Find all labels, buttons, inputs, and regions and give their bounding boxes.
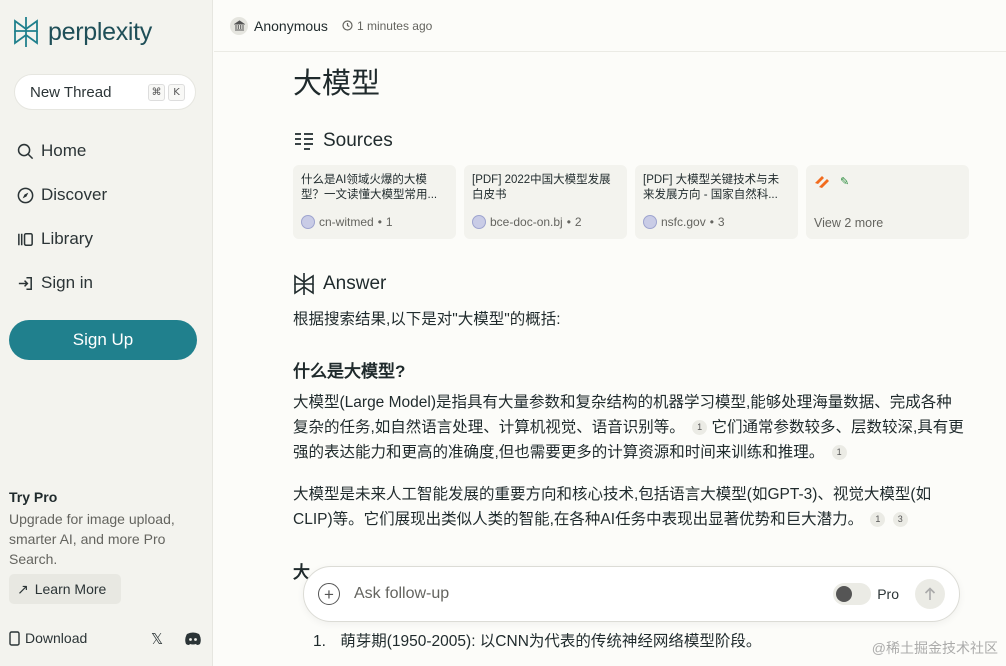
try-pro-title: Try Pro [9, 489, 58, 505]
source-index: 3 [717, 215, 725, 229]
sources-heading-label: Sources [323, 130, 393, 151]
section-heading: 什么是大模型? [293, 362, 406, 381]
sidebar-item-home[interactable]: Home [16, 141, 86, 161]
user-name: Anonymous [254, 17, 328, 34]
answer-heading: Answer [293, 272, 386, 296]
watermark: @稀土掘金技术社区 [871, 640, 998, 656]
bank-icon [233, 20, 245, 31]
source-index: 2 [574, 215, 582, 229]
view-more-label: View 2 more [814, 216, 884, 230]
attach-plus-icon[interactable]: + [318, 583, 340, 605]
sign-up-button[interactable]: Sign Up [9, 320, 197, 360]
source-domain: bce-doc-on.bj [490, 215, 563, 229]
list-number: 1. [313, 633, 326, 650]
library-icon [18, 232, 33, 246]
citation-badge[interactable]: 1 [831, 445, 847, 460]
sidebar-item-label: Sign in [41, 273, 93, 292]
citation-badge[interactable]: 1 [692, 420, 708, 435]
source-card[interactable]: 什么是AI领域火爆的大模型？一文读懂大模型常用... cn-witmed • 1 [293, 165, 456, 239]
compass-icon [17, 187, 34, 203]
sidebar-item-sign-in[interactable]: Sign in [16, 273, 93, 293]
learn-more-button[interactable]: ↗ Learn More [9, 574, 121, 604]
x-twitter-icon[interactable]: 𝕏 [151, 630, 163, 648]
sidebar-item-label: Discover [41, 185, 108, 204]
k-key: K [168, 83, 185, 101]
download-button[interactable]: Download [9, 630, 87, 646]
dot-separator: • [566, 215, 571, 229]
globe-icon [472, 215, 486, 229]
answer-heading-label: Answer [323, 273, 387, 294]
sources-heading: Sources [293, 130, 393, 152]
send-button[interactable] [915, 579, 945, 609]
view-more-sources-card[interactable]: ✎ View 2 more [806, 165, 969, 239]
source-title: [PDF] 2022中国大模型发展白皮书 [472, 174, 611, 201]
sidebar: perplexity New Thread ⌘ K Home Discover … [0, 0, 213, 666]
phone-icon [9, 630, 20, 646]
source-meta: bce-doc-on.bj • 2 [472, 215, 582, 229]
dot-separator: • [709, 215, 714, 229]
new-thread-label: New Thread [30, 83, 112, 101]
try-pro-description: Upgrade for image upload, smarter AI, an… [9, 511, 175, 567]
globe-icon [643, 215, 657, 229]
time-text: 1 minutes ago [356, 18, 433, 33]
cmd-key: ⌘ [148, 83, 165, 101]
thread-header: Anonymous 1 minutes ago [214, 0, 1006, 52]
arrow-up-icon [924, 587, 936, 600]
search-icon [17, 143, 34, 159]
paragraph-text: 大模型是未来人工智能发展的重要方向和核心技术,包括语言大模型(如GPT-3)、视… [293, 486, 932, 528]
answer-paragraph: 大模型(Large Model)是指具有大量参数和复杂结构的机器学习模型,能够处… [293, 390, 965, 465]
favicon-row: ✎ [814, 175, 961, 189]
clock-icon [342, 20, 353, 31]
follow-up-bar: + Pro [303, 566, 960, 622]
discord-icon[interactable] [184, 632, 202, 646]
source-meta: nsfc.gov • 3 [643, 215, 725, 229]
try-pro-panel: Try Pro Upgrade for image upload, smarte… [9, 489, 199, 569]
source-title: 什么是AI领域火爆的大模型？一文读懂大模型常用... [301, 174, 438, 201]
perplexity-logo-icon [14, 17, 38, 47]
pro-toggle[interactable] [833, 583, 872, 605]
logo[interactable]: perplexity [12, 15, 152, 49]
answer-paragraph: 大模型是未来人工智能发展的重要方向和核心技术,包括语言大模型(如GPT-3)、视… [293, 482, 965, 532]
sources-list: 什么是AI领域火爆的大模型？一文读懂大模型常用... cn-witmed • 1… [293, 165, 969, 239]
source-domain: cn-witmed [319, 215, 374, 229]
perplexity-answer-icon [294, 273, 314, 295]
source-card[interactable]: [PDF] 2022中国大模型发展白皮书 bce-doc-on.bj • 2 [464, 165, 627, 239]
pro-label: Pro [877, 586, 899, 602]
globe-icon [301, 215, 315, 229]
sidebar-item-label: Home [41, 141, 87, 160]
site-favicon-icon: ✎ [840, 176, 850, 188]
download-label: Download [25, 630, 88, 646]
source-meta: cn-witmed • 1 [301, 215, 393, 229]
sidebar-item-label: Library [41, 229, 93, 248]
citation-badge[interactable]: 1 [870, 512, 886, 527]
timestamp: 1 minutes ago [342, 19, 432, 33]
sidebar-item-library[interactable]: Library [16, 229, 93, 249]
sidebar-item-discover[interactable]: Discover [16, 185, 107, 205]
learn-more-label: Learn More [34, 581, 107, 597]
avatar [230, 16, 248, 35]
source-domain: nsfc.gov [661, 215, 706, 229]
source-title: [PDF] 大模型关键技术与未来发展方向 - 国家自然科... [643, 174, 780, 201]
list-text: 萌芽期(1950-2005): 以CNN为代表的传统神经网络模型阶段。 [340, 633, 762, 650]
arrow-up-right-icon: ↗ [17, 580, 29, 597]
answer-intro: 根据搜索结果,以下是对"大模型"的概括: [293, 311, 561, 328]
sign-in-icon [18, 276, 32, 290]
follow-up-input[interactable] [354, 585, 834, 603]
source-index: 1 [385, 215, 393, 229]
sources-icon [295, 133, 313, 150]
logo-text: perplexity [48, 17, 152, 46]
page-title: 大模型 [293, 68, 381, 100]
source-card[interactable]: [PDF] 大模型关键技术与未来发展方向 - 国家自然科... nsfc.gov… [635, 165, 798, 239]
new-thread-button[interactable]: New Thread ⌘ K [14, 74, 196, 110]
citation-badge[interactable]: 3 [892, 512, 908, 527]
list-item: 1. 萌芽期(1950-2005): 以CNN为代表的传统神经网络模型阶段。 [313, 629, 761, 651]
site-favicon-icon [815, 176, 829, 188]
dot-separator: • [377, 215, 382, 229]
